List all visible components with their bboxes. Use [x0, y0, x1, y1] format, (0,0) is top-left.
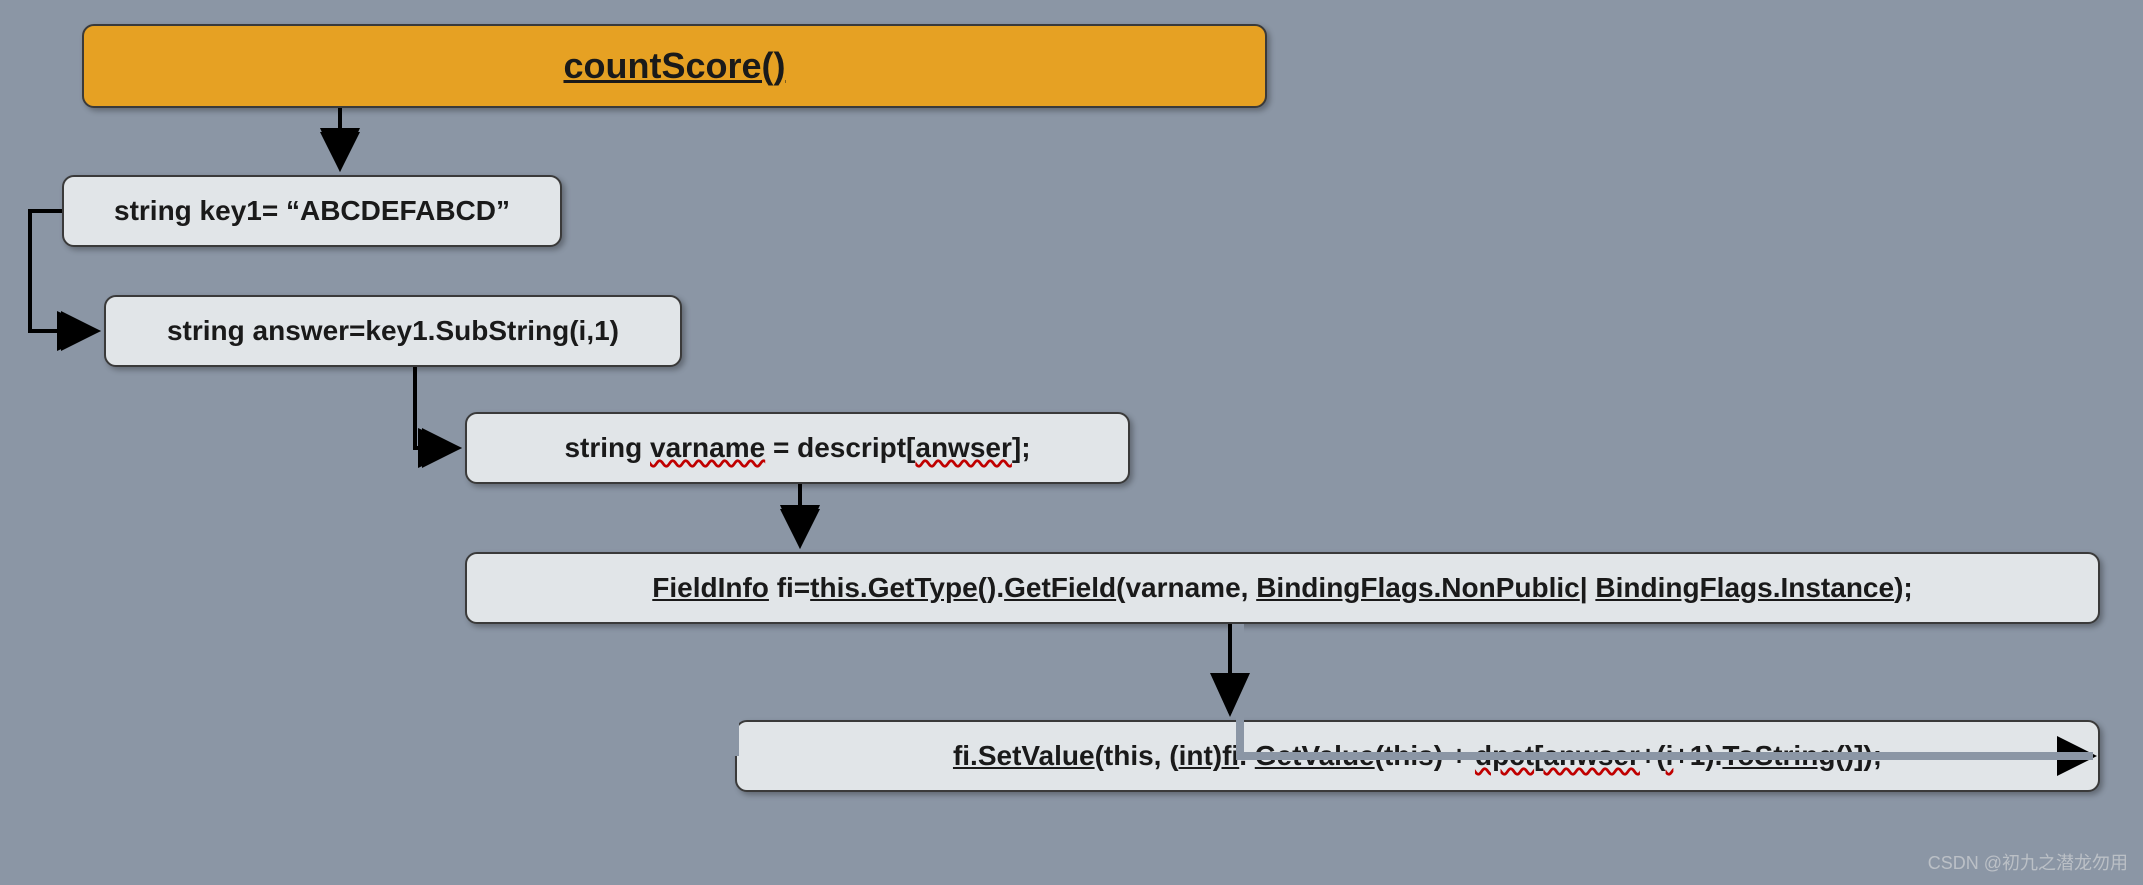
step3-text: string varname = descript[anwser];: [564, 432, 1030, 464]
title-text: countScore(): [563, 45, 785, 87]
s4-e: GetField: [1004, 572, 1116, 603]
s5-n: ()]);: [1835, 740, 1882, 771]
s5-c: int)fi: [1179, 740, 1240, 771]
s5-g: dpct: [1475, 740, 1534, 771]
flow-step-4: FieldInfo fi=this.GetType().GetField(var…: [465, 552, 2100, 624]
step1-text: string key1= “ABCDEFABCD”: [114, 195, 510, 227]
s5-m: ToString: [1722, 740, 1835, 771]
flow-step-3: string varname = descript[anwser];: [465, 412, 1130, 484]
flow-step-1: string key1= “ABCDEFABCD”: [62, 175, 562, 247]
s4-a: FieldInfo: [652, 572, 769, 603]
s5-d: .: [1239, 740, 1255, 771]
s4-d: ().: [978, 572, 1004, 603]
s5-h: [: [1534, 740, 1543, 771]
s5-b: (this, (: [1095, 740, 1179, 771]
s3-var: varname: [650, 432, 765, 463]
s4-g: BindingFlags.NonPublic: [1256, 572, 1580, 603]
s4-b: fi=: [769, 572, 810, 603]
s4-h: |: [1580, 572, 1596, 603]
s4-j: );: [1894, 572, 1913, 603]
flow-title-node: countScore(): [82, 24, 1267, 108]
s3-post: ];: [1012, 432, 1031, 463]
s4-f: (varname,: [1116, 572, 1256, 603]
s3-pre: string: [564, 432, 650, 463]
step4-text: FieldInfo fi=this.GetType().GetField(var…: [652, 572, 1912, 604]
s5-e: GetValue: [1255, 740, 1375, 771]
step5-text: fi.SetValue(this, (int)fi. GetValue(this…: [953, 740, 1882, 772]
watermark: CSDN @初九之潜龙勿用: [1928, 849, 2128, 875]
s5-f: (this) +: [1375, 740, 1475, 771]
flow-step-5: fi.SetValue(this, (int)fi. GetValue(this…: [735, 720, 2100, 792]
s3-mid: = descript[: [765, 432, 915, 463]
s4-i: BindingFlags.Instance: [1595, 572, 1894, 603]
s5-l: +1).: [1673, 740, 1722, 771]
s5-a: fi.SetValue: [953, 740, 1095, 771]
s5-j: +(: [1640, 740, 1666, 771]
step2-text: string answer=key1.SubString(i,1): [167, 315, 619, 347]
flow-step-2: string answer=key1.SubString(i,1): [104, 295, 682, 367]
s3-arg: anwser: [915, 432, 1012, 463]
s5-i: anwser: [1543, 740, 1640, 771]
s4-c: this.GetType: [810, 572, 978, 603]
